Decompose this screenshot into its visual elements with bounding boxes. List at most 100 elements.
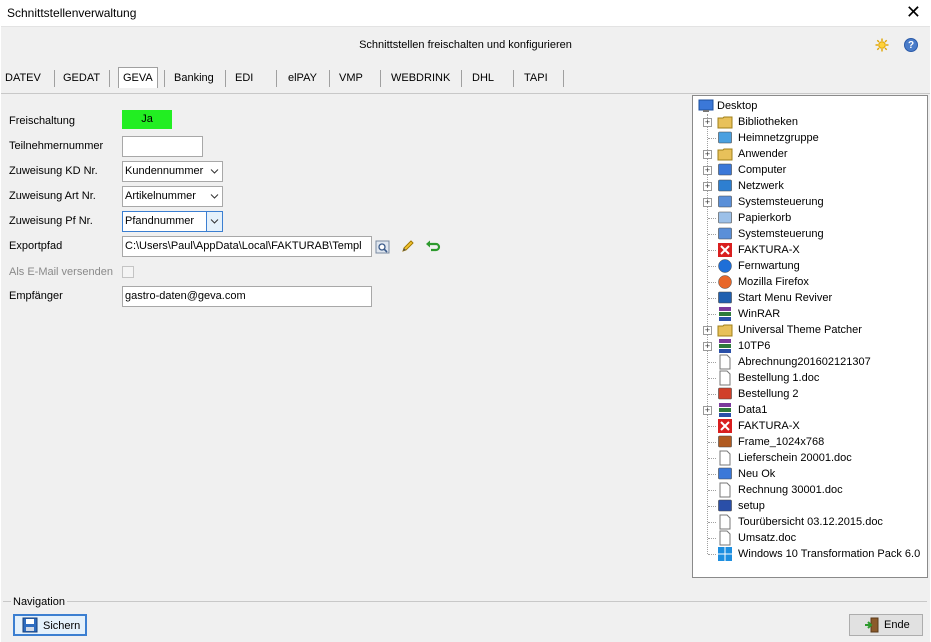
tree-connector (708, 490, 716, 491)
chevron-down-icon (210, 219, 219, 224)
tab-gedat[interactable]: GEDAT (63, 67, 100, 89)
sun-icon[interactable] (875, 38, 889, 52)
art-select[interactable]: Artikelnummer (122, 186, 223, 207)
tree-item[interactable]: Start Menu Reviver (738, 290, 832, 306)
tab-edi[interactable]: EDI (235, 67, 253, 89)
tab-separator (109, 70, 110, 87)
file-icon (719, 514, 731, 530)
browse-icon[interactable] (375, 239, 391, 255)
tree-item[interactable]: Abrechnung201602121307 (738, 354, 871, 370)
email-send-label: Als E-Mail versenden (9, 266, 113, 278)
tree-connector (708, 538, 716, 539)
tree-item[interactable]: Bestellung 2 (738, 386, 799, 402)
tree-connector (708, 474, 716, 475)
tree-item[interactable]: Data1 (738, 402, 767, 418)
winrar-icon (719, 307, 731, 321)
tree-connector (708, 298, 716, 299)
recipient-input[interactable]: gastro-daten@geva.com (122, 286, 372, 307)
tree-item[interactable]: FAKTURA-X (738, 418, 800, 434)
homegroup-icon (718, 131, 732, 144)
expand-icon[interactable]: + (703, 118, 712, 127)
tree-item[interactable]: Anwender (738, 146, 788, 162)
tree-item[interactable]: Papierkorb (738, 210, 791, 226)
tab-dhl[interactable]: DHL (472, 67, 494, 89)
tree-item[interactable]: Lieferschein 20001.doc (738, 450, 852, 466)
tree-connector (708, 362, 716, 363)
tree-item[interactable]: Systemsteuerung (738, 226, 824, 242)
tree-item[interactable]: Windows 10 Transformation Pack 6.0 (738, 546, 920, 562)
expand-icon[interactable]: + (703, 326, 712, 335)
tab-separator (380, 70, 381, 87)
tree-item[interactable]: Bibliotheken (738, 114, 798, 130)
tree-connector (708, 218, 716, 219)
file-icon (719, 530, 731, 546)
pf-select-value: Pfandnummer (125, 215, 195, 227)
pf-select[interactable]: Pfandnummer (122, 211, 223, 232)
folder-tree[interactable]: Desktop + Bibliotheken Heimnetzgruppe + Anwe… (692, 95, 928, 578)
tab-tapi[interactable]: TAPI (524, 67, 548, 89)
tree-item[interactable]: Rechnung 30001.doc (738, 482, 843, 498)
freischaltung-label: Freischaltung (9, 115, 76, 127)
tree-item[interactable]: Mozilla Firefox (738, 274, 809, 290)
file-icon (719, 482, 731, 498)
expand-icon[interactable]: + (703, 406, 712, 415)
tree-item[interactable]: Computer (738, 162, 786, 178)
end-button[interactable]: Ende (849, 614, 923, 636)
help-icon[interactable]: ? (904, 38, 918, 52)
tab-separator (164, 70, 165, 87)
tree-connector (708, 234, 716, 235)
export-path-input[interactable]: C:\Users\Paul\AppData\Local\FAKTURAB\Tem… (122, 236, 372, 257)
teilnehmer-input[interactable] (122, 136, 203, 157)
tree-item[interactable]: Heimnetzgruppe (738, 130, 819, 146)
control-panel-icon (718, 227, 732, 240)
app-icon (718, 291, 732, 304)
setup-icon (718, 499, 732, 512)
tree-item[interactable]: Universal Theme Patcher (738, 322, 862, 338)
tree-item[interactable]: Frame_1024x768 (738, 434, 824, 450)
tree-item[interactable]: Tourübersicht 03.12.2015.doc (738, 514, 883, 530)
tree-item[interactable]: Umsatz.doc (738, 530, 796, 546)
navigation-group: Navigation Sichern Ende (3, 596, 927, 640)
expand-icon[interactable]: + (703, 342, 712, 351)
tree-connector (708, 138, 716, 139)
windows-icon (718, 547, 732, 561)
tab-vmp[interactable]: VMP (339, 67, 363, 89)
undo-icon[interactable] (425, 238, 441, 254)
freischaltung-toggle[interactable]: Ja (122, 110, 172, 129)
tree-item[interactable]: Fernwartung (738, 258, 800, 274)
desktop-icon (698, 99, 714, 112)
tab-banking[interactable]: Banking (174, 67, 214, 89)
tree-item[interactable]: Netzwerk (738, 178, 784, 194)
exit-door-icon (865, 617, 879, 633)
chevron-down-icon (210, 194, 219, 199)
tree-item[interactable]: setup (738, 498, 765, 514)
navigation-label: Navigation (11, 596, 67, 608)
tree-item[interactable]: Bestellung 1.doc (738, 370, 819, 386)
tree-connector (708, 282, 716, 283)
tree-root-label[interactable]: Desktop (717, 98, 757, 114)
folder-icon (717, 324, 733, 337)
tab-datev[interactable]: DATEV (5, 67, 41, 89)
tab-elpay[interactable]: elPAY (288, 67, 317, 89)
tree-item[interactable]: Neu Ok (738, 466, 775, 482)
tree-item[interactable]: FAKTURA-X (738, 242, 800, 258)
end-button-label: Ende (884, 619, 910, 631)
title-bar: Schnittstellenverwaltung ✕ (0, 0, 931, 26)
tab-geva[interactable]: GEVA (118, 67, 158, 88)
pencil-icon[interactable] (400, 238, 416, 254)
tree-item[interactable]: Systemsteuerung (738, 194, 824, 210)
tab-separator (54, 70, 55, 87)
close-icon[interactable]: ✕ (906, 2, 921, 22)
email-send-checkbox[interactable] (122, 266, 134, 278)
winrar-icon (719, 403, 731, 417)
expand-icon[interactable]: + (703, 182, 712, 191)
kd-select-value: Kundennummer (125, 165, 204, 177)
expand-icon[interactable]: + (703, 150, 712, 159)
tree-item[interactable]: 10TP6 (738, 338, 770, 354)
save-button[interactable]: Sichern (13, 614, 87, 636)
tree-item[interactable]: WinRAR (738, 306, 780, 322)
expand-icon[interactable]: + (703, 198, 712, 207)
tab-webdrink[interactable]: WEBDRINK (391, 67, 450, 89)
expand-icon[interactable]: + (703, 166, 712, 175)
kd-select[interactable]: Kundennummer (122, 161, 223, 182)
